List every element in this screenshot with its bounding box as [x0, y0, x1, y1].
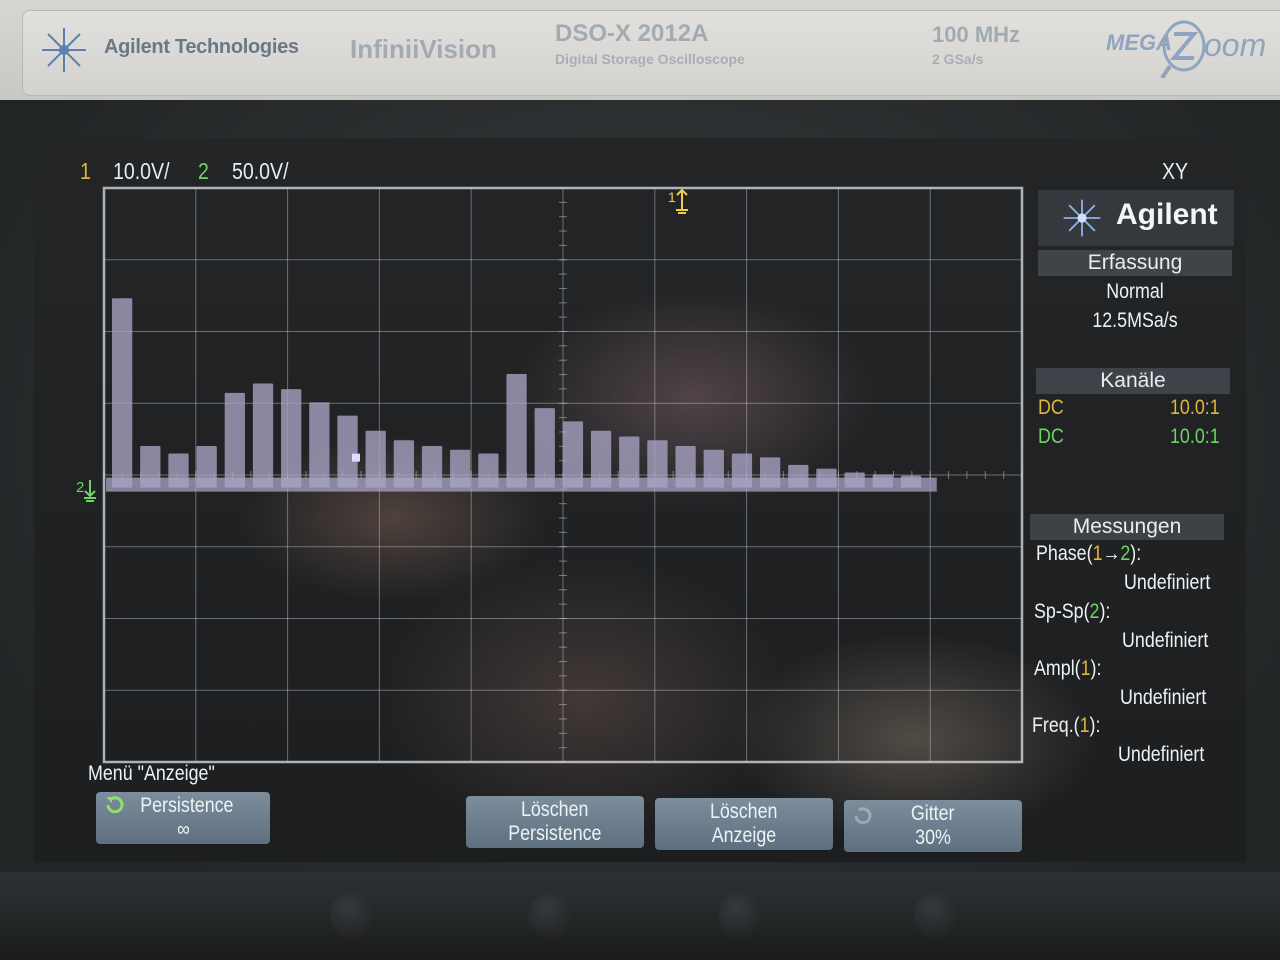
measurement-phase-value: Undefiniert [1124, 571, 1211, 594]
side-panel-logo-text: Agilent [1116, 198, 1218, 231]
graticule [94, 186, 1034, 768]
waveform-segment [112, 298, 133, 488]
waveform-segment [759, 457, 781, 488]
ch1-coupling: DC [1038, 396, 1064, 419]
waveform-segment [703, 449, 724, 488]
svg-text:2: 2 [76, 479, 84, 496]
measurement-freq-label: Freq.(1): [1032, 714, 1101, 737]
waveform-segment [140, 445, 161, 488]
megazoom-suffix: oom [1204, 27, 1266, 63]
clear-persistence-softkey[interactable]: Löschen Persistence [466, 796, 644, 848]
timebase-mode: XY [1162, 158, 1189, 184]
clear-display-softkey[interactable]: Löschen Anzeige [655, 798, 833, 850]
clear-display-line1: Löschen [710, 800, 778, 823]
knob-shadow [718, 892, 764, 938]
acquisition-mode: Normal [1106, 280, 1164, 303]
clear-display-line2: Anzeige [711, 824, 777, 847]
product-line: InfiniiVision [350, 34, 497, 64]
waveform-segment [816, 468, 837, 488]
persistence-softkey[interactable]: Persistence ∞ [96, 792, 270, 844]
measurement-ampl-label: Ampl(1): [1034, 657, 1102, 680]
trigger-marker-icon: 1 [668, 188, 688, 214]
channels-section-header[interactable]: Kanäle [1036, 368, 1230, 394]
lower-bezel [0, 872, 1280, 960]
acquisition-title: Erfassung [1087, 251, 1183, 274]
ch1-vertical-scale: 10.0V/ [113, 158, 170, 184]
clear-persistence-line2: Persistence [508, 822, 602, 845]
ch1-probe-ratio: 10.0:1 [1170, 396, 1220, 419]
grid-value: 30% [915, 826, 951, 849]
waveform-dot [352, 453, 360, 462]
grid-intensity-softkey[interactable]: Gitter 30% [844, 800, 1022, 852]
brand-name: Agilent Technologies [104, 36, 299, 58]
waveform-segment [506, 373, 527, 488]
sample-rate-spec: 2 GSa/s [932, 51, 984, 67]
knob-shadow [914, 892, 960, 938]
waveform-segment [252, 383, 274, 488]
ch2-probe-ratio: 10.0:1 [1170, 425, 1220, 448]
waveform-segment [393, 440, 415, 488]
waveform-segment [844, 472, 865, 488]
measurement-ampl-value: Undefiniert [1120, 686, 1207, 709]
waveform-segment [168, 453, 189, 488]
megazoom-logo: MEGA oom [1104, 14, 1280, 78]
model-name: DSO-X 2012A [555, 20, 709, 47]
waveform-segment [675, 445, 696, 488]
waveform-segment [534, 408, 555, 488]
acquisition-rate: 12.5MSa/s [1092, 309, 1178, 332]
clear-persistence-line1: Löschen [521, 798, 589, 821]
channels-title: Kanäle [1100, 369, 1166, 392]
measurements-title: Messungen [1072, 515, 1182, 538]
waveform-segment [365, 430, 386, 488]
ch1-indicator[interactable]: 1 [80, 158, 91, 185]
waveform-segment [788, 464, 809, 488]
ch2-vertical-scale: 50.0V/ [232, 158, 289, 184]
menu-title: Menü "Anzeige" [88, 762, 215, 785]
waveform-segment [647, 440, 668, 488]
persistence-value: ∞ [176, 818, 190, 841]
megazoom-z-icon: oom [1160, 20, 1266, 78]
waveform-segment [421, 445, 443, 488]
waveform-segment [590, 430, 612, 488]
measurements-section-header[interactable]: Messungen [1030, 514, 1224, 540]
waveform-segment [450, 449, 471, 488]
waveform-segment [619, 436, 640, 488]
waveform-segment [900, 475, 922, 488]
waveform-segment [337, 415, 358, 488]
measurement-freq-value: Undefiniert [1118, 743, 1205, 766]
knob-shadow [528, 892, 574, 938]
waveform-segment [478, 453, 499, 488]
waveform-segment [872, 474, 893, 488]
ch2-coupling: DC [1038, 425, 1064, 448]
measurement-pkpk-value: Undefiniert [1122, 629, 1209, 652]
bandwidth-spec: 100 MHz [932, 22, 1021, 47]
ch2-ground-marker-icon: 2 [76, 479, 96, 502]
waveform-segment [281, 389, 302, 488]
graticule-grid [102, 186, 1024, 764]
grid-label: Gitter [911, 802, 955, 825]
waveform-segment [562, 421, 584, 488]
waveform-segment [224, 392, 245, 488]
agilent-spark-logo-icon [42, 28, 86, 72]
persistence-label: Persistence [140, 794, 234, 817]
waveform-segment [731, 453, 753, 488]
measurement-phase-label: Phase(1→2): [1036, 542, 1142, 565]
rotate-knob-icon [106, 796, 124, 814]
waveform-segment [309, 402, 330, 488]
model-subtitle: Digital Storage Oscilloscope [555, 51, 745, 67]
svg-text:1: 1 [668, 189, 676, 205]
measurement-pkpk-label: Sp-Sp(2): [1034, 600, 1111, 623]
waveform-segment [196, 445, 217, 488]
ch2-indicator[interactable]: 2 [198, 158, 209, 185]
agilent-spark-icon [1063, 199, 1101, 237]
knob-shadow [330, 892, 376, 938]
acquisition-section-header[interactable]: Erfassung [1038, 250, 1232, 276]
